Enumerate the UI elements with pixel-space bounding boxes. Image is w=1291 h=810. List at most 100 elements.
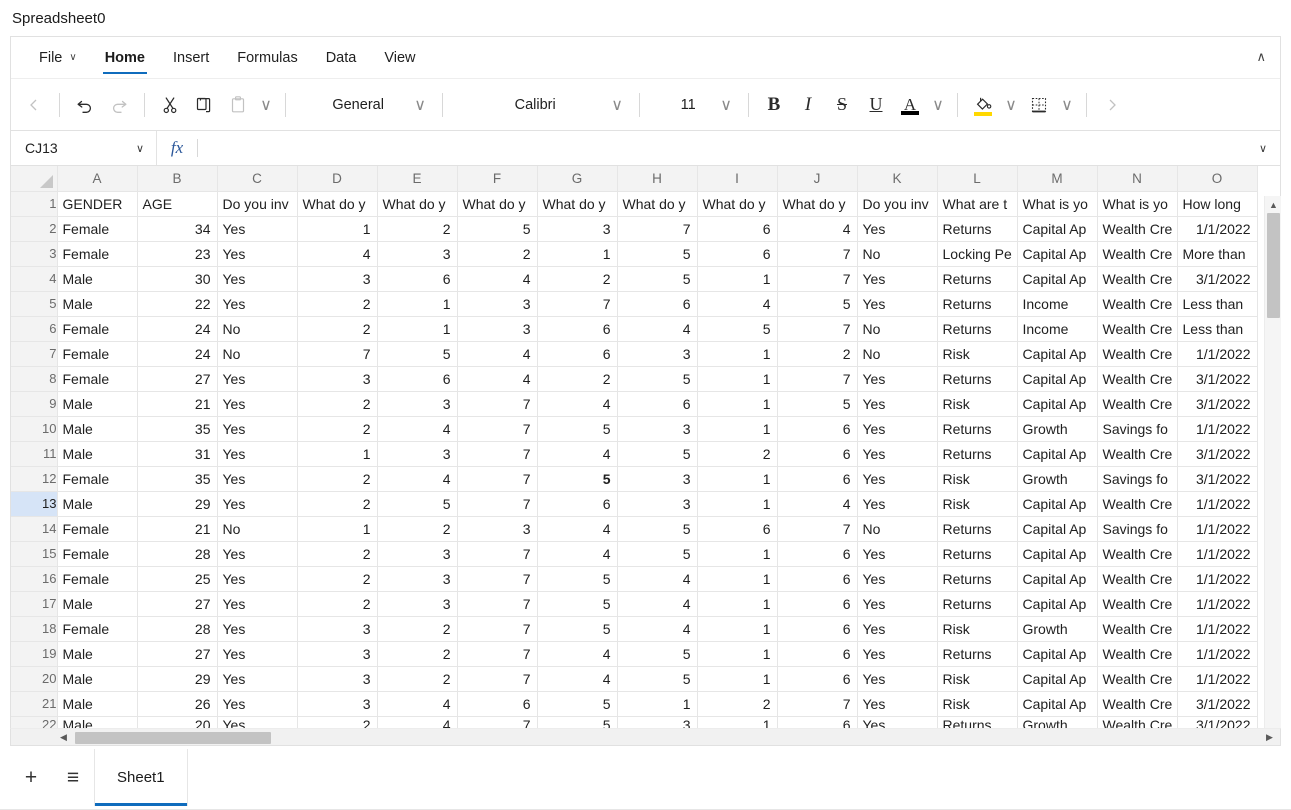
cell-K13[interactable]: Yes [857,491,938,517]
cell-O2[interactable]: 1/1/2022 [1177,216,1258,242]
cell-I11[interactable]: 2 [697,441,778,467]
cell-H20[interactable]: 5 [617,666,698,692]
cell-H17[interactable]: 4 [617,591,698,617]
cell-F13[interactable]: 7 [457,491,538,517]
cell-B11[interactable]: 31 [137,441,218,467]
cell-J4[interactable]: 7 [777,266,858,292]
cell-O4[interactable]: 3/1/2022 [1177,266,1258,292]
cell-N21[interactable]: Wealth Cre [1097,691,1178,717]
cell-D16[interactable]: 2 [297,566,378,592]
cell-L16[interactable]: Returns [937,566,1018,592]
cell-G6[interactable]: 6 [537,316,618,342]
cell-N8[interactable]: Wealth Cre [1097,366,1178,392]
cell-K1[interactable]: Do you inv [857,191,938,217]
cut-button[interactable] [153,88,187,122]
column-header-l[interactable]: L [937,166,1018,192]
cell-O7[interactable]: 1/1/2022 [1177,341,1258,367]
cell-N17[interactable]: Wealth Cre [1097,591,1178,617]
cell-O1[interactable]: How long [1177,191,1258,217]
table-row[interactable]: 15 Female 28 Yes 2 3 7 4 5 1 6 Yes Returns Capital Ap… [11,541,1258,567]
row-header-4[interactable]: 4 [11,266,58,292]
cell-A8[interactable]: Female [57,366,138,392]
cell-H19[interactable]: 5 [617,641,698,667]
cell-H10[interactable]: 3 [617,416,698,442]
cell-D9[interactable]: 2 [297,391,378,417]
cell-O21[interactable]: 3/1/2022 [1177,691,1258,717]
row-header-19[interactable]: 19 [11,641,58,667]
cell-J2[interactable]: 4 [777,216,858,242]
cell-K9[interactable]: Yes [857,391,938,417]
cell-J14[interactable]: 7 [777,516,858,542]
cell-G4[interactable]: 2 [537,266,618,292]
cell-C12[interactable]: Yes [217,466,298,492]
cell-G15[interactable]: 4 [537,541,618,567]
table-row[interactable]: 4 Male 30 Yes 3 6 4 2 5 1 7 Yes Returns Capital Ap Wea… [11,266,1258,292]
cell-G7[interactable]: 6 [537,341,618,367]
insert-function-icon[interactable]: fx [157,138,197,158]
cell-C19[interactable]: Yes [217,641,298,667]
cell-M5[interactable]: Income [1017,291,1098,317]
cell-D2[interactable]: 1 [297,216,378,242]
row-header-12[interactable]: 12 [11,466,58,492]
cell-K21[interactable]: Yes [857,691,938,717]
cell-D10[interactable]: 2 [297,416,378,442]
cell-F11[interactable]: 7 [457,441,538,467]
cell-L4[interactable]: Returns [937,266,1018,292]
cell-F7[interactable]: 4 [457,341,538,367]
table-row[interactable]: 5 Male 22 Yes 2 1 3 7 6 4 5 Yes Returns Income Wealth … [11,291,1258,317]
cell-B6[interactable]: 24 [137,316,218,342]
cell-H16[interactable]: 4 [617,566,698,592]
cell-N9[interactable]: Wealth Cre [1097,391,1178,417]
cell-F4[interactable]: 4 [457,266,538,292]
row-header-9[interactable]: 9 [11,391,58,417]
tab-data[interactable]: Data [312,37,371,78]
cell-I19[interactable]: 1 [697,641,778,667]
cell-C14[interactable]: No [217,516,298,542]
table-row[interactable]: 2 Female 34 Yes 1 2 5 3 7 6 4 Yes Returns Capital Ap W… [11,216,1258,242]
cell-F1[interactable]: What do y [457,191,538,217]
cell-L8[interactable]: Returns [937,366,1018,392]
cell-L10[interactable]: Returns [937,416,1018,442]
cell-K14[interactable]: No [857,516,938,542]
cell-N3[interactable]: Wealth Cre [1097,241,1178,267]
copy-button[interactable] [187,88,221,122]
cell-K3[interactable]: No [857,241,938,267]
cell-O19[interactable]: 1/1/2022 [1177,641,1258,667]
paste-options-caret[interactable]: ∨ [255,95,277,115]
cell-J20[interactable]: 6 [777,666,858,692]
cell-M18[interactable]: Growth [1017,616,1098,642]
cell-J8[interactable]: 7 [777,366,858,392]
cell-E7[interactable]: 5 [377,341,458,367]
cell-C20[interactable]: Yes [217,666,298,692]
cell-J21[interactable]: 7 [777,691,858,717]
cell-J9[interactable]: 5 [777,391,858,417]
column-header-n[interactable]: N [1097,166,1178,192]
cell-N7[interactable]: Wealth Cre [1097,341,1178,367]
row-header-16[interactable]: 16 [11,566,58,592]
cell-A14[interactable]: Female [57,516,138,542]
cell-A17[interactable]: Male [57,591,138,617]
cell-C7[interactable]: No [217,341,298,367]
cell-O5[interactable]: Less than [1177,291,1258,317]
cell-I12[interactable]: 1 [697,466,778,492]
cell-I15[interactable]: 1 [697,541,778,567]
cell-O14[interactable]: 1/1/2022 [1177,516,1258,542]
cell-F9[interactable]: 7 [457,391,538,417]
row-header-1[interactable]: 1 [11,191,58,217]
strikethrough-button[interactable]: S [825,88,859,122]
cell-I3[interactable]: 6 [697,241,778,267]
cell-O8[interactable]: 3/1/2022 [1177,366,1258,392]
tab-insert[interactable]: Insert [159,37,223,78]
cell-L11[interactable]: Returns [937,441,1018,467]
column-header-d[interactable]: D [297,166,378,192]
cell-N14[interactable]: Savings fo [1097,516,1178,542]
column-header-c[interactable]: C [217,166,298,192]
cell-F8[interactable]: 4 [457,366,538,392]
cell-G2[interactable]: 3 [537,216,618,242]
cell-G14[interactable]: 4 [537,516,618,542]
borders-button[interactable] [1022,88,1056,122]
table-row[interactable]: 13 Male 29 Yes 2 5 7 6 3 1 4 Yes Risk Capital Ap Wealt… [11,491,1258,517]
font-name-select[interactable]: Calibri ∨ [451,89,631,121]
cell-M4[interactable]: Capital Ap [1017,266,1098,292]
cell-N19[interactable]: Wealth Cre [1097,641,1178,667]
